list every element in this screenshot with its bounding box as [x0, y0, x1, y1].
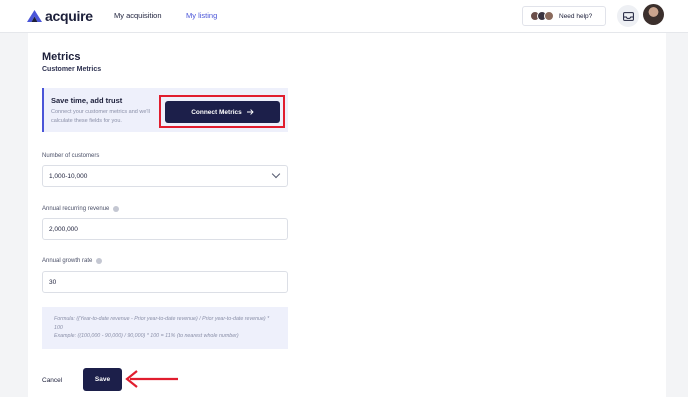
annotation-arrow-icon [125, 370, 178, 388]
brand-logo[interactable]: acquire [27, 8, 93, 24]
nav-my-listing[interactable]: My listing [186, 11, 217, 20]
arr-input-value: 2,000,000 [49, 225, 78, 233]
section-subtitle: Customer Metrics [42, 66, 102, 73]
callout-title: Save time, add trust [51, 96, 123, 105]
callout-description: Connect your customer metrics and we'll … [51, 109, 150, 124]
info-icon[interactable] [96, 258, 103, 264]
growth-label-text: Annual growth rate [42, 258, 93, 264]
top-navigation-bar: acquire My acquisition My listing Need h… [0, 0, 688, 33]
customers-label-text: Number of customers [42, 153, 100, 159]
acquire-logo-icon [27, 10, 42, 22]
growth-input[interactable]: 30 [42, 271, 288, 293]
support-avatar [544, 11, 554, 21]
customers-select[interactable]: 1,000-10,000 [42, 165, 288, 187]
formula-example: Example: ((100,000 - 90,000) / 90,000) *… [54, 333, 239, 339]
arr-label-text: Annual recurring revenue [42, 206, 110, 212]
nav-my-acquisition[interactable]: My acquisition [114, 11, 162, 20]
save-button[interactable]: Save [83, 368, 122, 391]
need-help-label: Need help? [559, 12, 593, 20]
inbox-button[interactable] [617, 5, 639, 27]
customers-select-value: 1,000-10,000 [49, 172, 88, 180]
page-title: Metrics [42, 51, 81, 63]
chevron-down-icon [271, 169, 281, 179]
user-avatar[interactable] [643, 4, 664, 25]
customers-label: Number of customers [42, 153, 99, 159]
formula-text: Formula: ((Year-to-date revenue - Prior … [54, 316, 270, 331]
support-avatars [530, 11, 554, 21]
need-help-button[interactable]: Need help? [522, 6, 606, 26]
growth-input-value: 30 [49, 278, 57, 286]
brand-name: acquire [45, 8, 93, 24]
arr-label: Annual recurring revenue [42, 206, 120, 212]
cancel-button[interactable]: Cancel [42, 377, 62, 384]
info-icon[interactable] [113, 206, 120, 212]
annotation-highlight-box [159, 95, 285, 128]
growth-label: Annual growth rate [42, 258, 103, 264]
arr-input[interactable]: 2,000,000 [42, 218, 288, 240]
formula-note: Formula: ((Year-to-date revenue - Prior … [42, 307, 288, 349]
inbox-icon [622, 11, 634, 21]
